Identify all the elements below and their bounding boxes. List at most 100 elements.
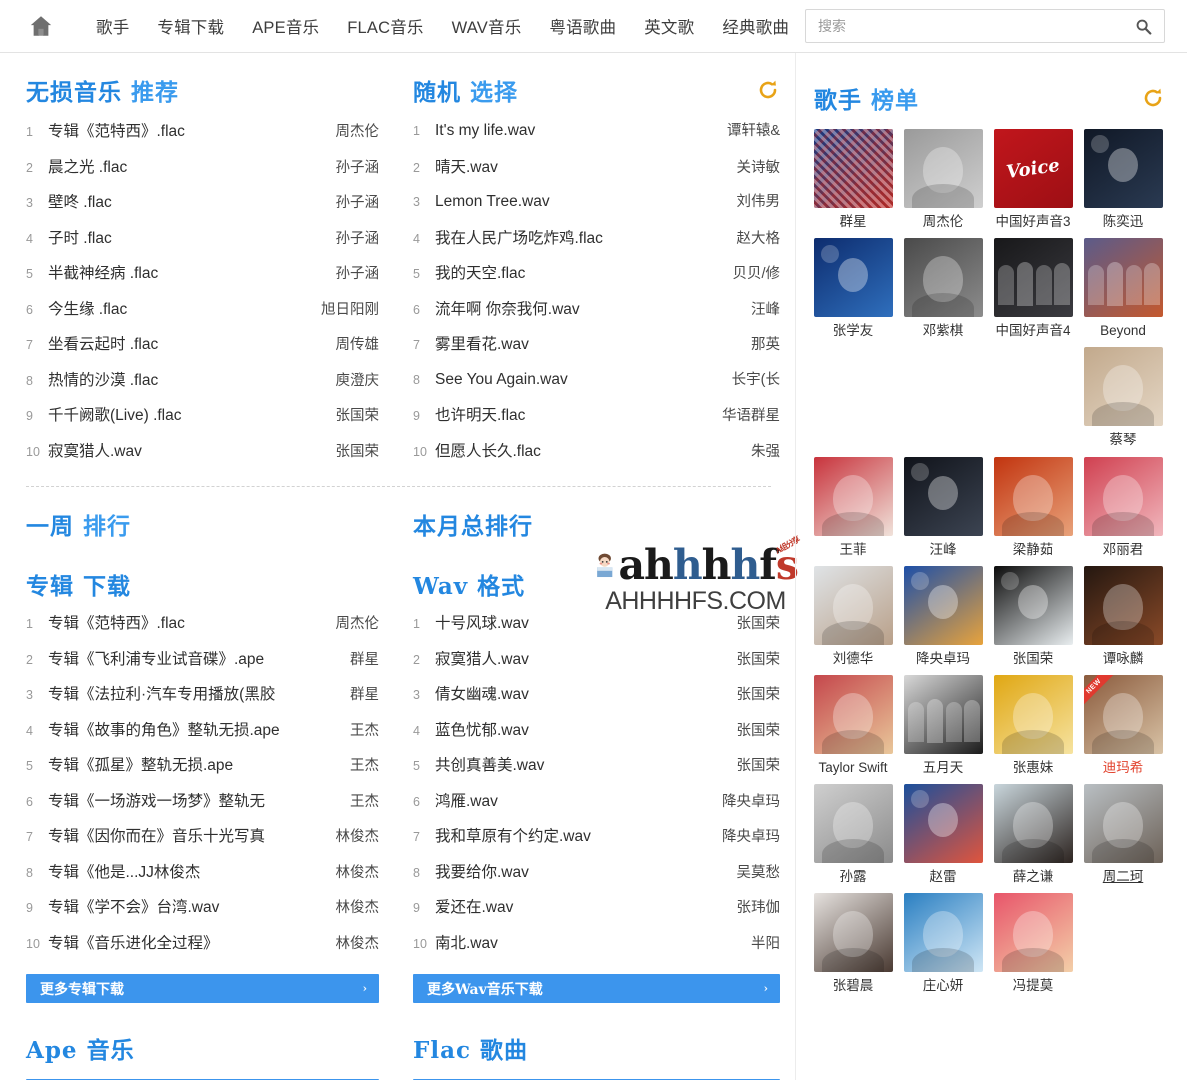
- artist-cell[interactable]: 谭咏麟: [1078, 565, 1168, 667]
- artist-thumbnail[interactable]: [1083, 784, 1163, 864]
- song-artist[interactable]: 群星: [323, 683, 379, 704]
- artist-name[interactable]: 张惠妹: [990, 760, 1076, 776]
- list-item[interactable]: 2 晨之光 .flac 孙子涵: [26, 155, 379, 191]
- list-item[interactable]: 6 今生缘 .flac 旭日阳刚: [26, 297, 379, 333]
- song-artist[interactable]: 张国荣: [724, 683, 781, 704]
- list-item[interactable]: 8 See You Again.wav 长宇(长: [413, 368, 780, 404]
- list-item[interactable]: 3 倩女幽魂.wav 张国荣: [413, 682, 780, 718]
- artist-cell[interactable]: 降央卓玛: [898, 565, 988, 667]
- list-item[interactable]: 9 千千阙歌(Live) .flac 张国荣: [26, 403, 379, 439]
- artist-thumbnail[interactable]: [993, 893, 1073, 973]
- artist-cell[interactable]: 群星: [808, 129, 898, 230]
- artist-thumbnail[interactable]: [903, 238, 983, 318]
- song-artist[interactable]: 孙子涵: [323, 227, 380, 248]
- song-title[interactable]: It's my life.wav: [435, 122, 724, 140]
- artist-cell[interactable]: Beyond: [1078, 238, 1168, 339]
- artist-cell[interactable]: 冯提莫: [988, 893, 1078, 994]
- song-artist[interactable]: 孙子涵: [323, 262, 380, 283]
- artist-cell[interactable]: Voice 中国好声音3: [988, 129, 1078, 230]
- list-item[interactable]: 8 热情的沙漠 .flac 庾澄庆: [26, 368, 379, 404]
- artist-cell[interactable]: 中国好声音4: [988, 238, 1078, 339]
- song-artist[interactable]: 张国荣: [724, 754, 781, 775]
- song-artist[interactable]: 降央卓玛: [722, 825, 780, 846]
- list-item[interactable]: 10 寂寞猎人.wav 张国荣: [26, 439, 379, 475]
- song-artist[interactable]: 关诗敏: [724, 156, 781, 177]
- artist-cell[interactable]: 薛之谦: [988, 784, 1078, 885]
- song-title[interactable]: See You Again.wav: [435, 371, 724, 389]
- artist-thumbnail[interactable]: [813, 565, 893, 645]
- song-artist[interactable]: 张玮伽: [724, 896, 781, 917]
- artist-thumbnail[interactable]: [1083, 565, 1163, 645]
- list-item[interactable]: 6 专辑《一场游戏一场梦》整轨无 王杰: [26, 789, 379, 825]
- search-icon[interactable]: [1132, 15, 1154, 37]
- song-title[interactable]: 我在人民广场吃炸鸡.flac: [435, 226, 724, 248]
- artist-name[interactable]: 群星: [810, 214, 896, 230]
- list-item[interactable]: 3 Lemon Tree.wav 刘伟男: [413, 190, 780, 226]
- song-artist[interactable]: 半阳: [724, 932, 780, 953]
- song-title[interactable]: 专辑《因你而在》音乐十光写真: [48, 824, 323, 846]
- song-artist[interactable]: 张国荣: [724, 719, 781, 740]
- song-title[interactable]: 鸿雁.wav: [435, 789, 722, 811]
- nav-item-album-download[interactable]: 专辑下载: [143, 14, 238, 38]
- song-artist[interactable]: 华语群星: [722, 404, 780, 425]
- song-artist[interactable]: 孙子涵: [323, 156, 380, 177]
- song-title[interactable]: 专辑《范特西》.flac: [48, 119, 323, 141]
- artist-thumbnail[interactable]: [813, 674, 893, 754]
- artist-name[interactable]: Taylor Swift: [810, 760, 896, 776]
- list-item[interactable]: 8 我要给你.wav 吴莫愁: [413, 860, 780, 896]
- song-artist[interactable]: 周传雄: [323, 333, 380, 354]
- artist-cell[interactable]: 王菲: [808, 456, 898, 558]
- song-title[interactable]: 热情的沙漠 .flac: [48, 368, 323, 390]
- list-item[interactable]: 10 但愿人长久.flac 朱强: [413, 439, 780, 475]
- artist-name[interactable]: 薛之谦: [990, 869, 1076, 885]
- song-artist[interactable]: 庾澄庆: [323, 369, 380, 390]
- list-item[interactable]: 2 寂寞猎人.wav 张国荣: [413, 647, 780, 683]
- song-title[interactable]: 专辑《一场游戏一场梦》整轨无: [48, 789, 323, 811]
- song-artist[interactable]: 王杰: [323, 719, 379, 740]
- artist-cell[interactable]: 张国荣: [988, 565, 1078, 667]
- song-artist[interactable]: 张国荣: [323, 404, 380, 425]
- artist-name[interactable]: 赵雷: [900, 869, 986, 885]
- list-item[interactable]: 5 专辑《孤星》整轨无损.ape 王杰: [26, 753, 379, 789]
- list-item[interactable]: 7 专辑《因你而在》音乐十光写真 林俊杰: [26, 824, 379, 860]
- song-artist[interactable]: 张国荣: [724, 612, 781, 633]
- song-artist[interactable]: 周杰伦: [323, 120, 380, 141]
- song-title[interactable]: 今生缘 .flac: [48, 297, 321, 319]
- artist-name[interactable]: 刘德华: [810, 651, 896, 667]
- song-artist[interactable]: 朱强: [724, 440, 780, 461]
- song-artist[interactable]: 长宇(长: [724, 368, 780, 389]
- song-title[interactable]: 寂寞猎人.wav: [435, 647, 724, 669]
- artist-thumbnail[interactable]: [903, 565, 983, 645]
- artist-cell[interactable]: 孙露: [808, 784, 898, 885]
- artist-name[interactable]: 王菲: [810, 542, 896, 558]
- song-title[interactable]: 千千阙歌(Live) .flac: [48, 403, 323, 425]
- list-item[interactable]: 9 爱还在.wav 张玮伽: [413, 895, 780, 931]
- artist-name[interactable]: 陈奕迅: [1080, 214, 1166, 230]
- more-wav-download-button[interactable]: 更多Wav音乐下载 ›: [413, 974, 780, 1003]
- artist-name[interactable]: 梁静茹: [990, 542, 1076, 558]
- song-title[interactable]: Lemon Tree.wav: [435, 193, 724, 211]
- list-item[interactable]: 1 专辑《范特西》.flac 周杰伦: [26, 119, 379, 155]
- song-artist[interactable]: 孙子涵: [323, 191, 380, 212]
- song-artist[interactable]: 群星: [323, 648, 379, 669]
- artist-name[interactable]: 庄心妍: [900, 978, 986, 994]
- list-item[interactable]: 2 专辑《飞利浦专业试音碟》.ape 群星: [26, 647, 379, 683]
- song-artist[interactable]: 王杰: [323, 754, 379, 775]
- artist-cell[interactable]: 张惠妹: [988, 674, 1078, 776]
- artist-name[interactable]: 蔡琴: [1080, 432, 1166, 448]
- artist-cell[interactable]: 张学友: [808, 238, 898, 339]
- list-item[interactable]: 1 专辑《范特西》.flac 周杰伦: [26, 611, 379, 647]
- artist-thumbnail[interactable]: [993, 565, 1073, 645]
- song-artist[interactable]: 刘伟男: [724, 190, 781, 211]
- artist-thumbnail[interactable]: [813, 784, 893, 864]
- artist-cell[interactable]: 蔡琴: [1078, 347, 1168, 448]
- artist-cell[interactable]: 周杰伦: [898, 129, 988, 230]
- list-item[interactable]: 5 我的天空.flac 贝贝/修: [413, 261, 780, 297]
- list-item[interactable]: 6 流年啊 你奈我何.wav 汪峰: [413, 297, 780, 333]
- nav-item-flac-music[interactable]: FLAC音乐: [333, 14, 437, 38]
- artist-name[interactable]: 孙露: [810, 869, 896, 885]
- nav-item-singers[interactable]: 歌手: [82, 14, 143, 38]
- artist-thumbnail[interactable]: [903, 784, 983, 864]
- list-item[interactable]: 9 专辑《学不会》台湾.wav 林俊杰: [26, 895, 379, 931]
- list-item[interactable]: 7 雾里看花.wav 那英: [413, 332, 780, 368]
